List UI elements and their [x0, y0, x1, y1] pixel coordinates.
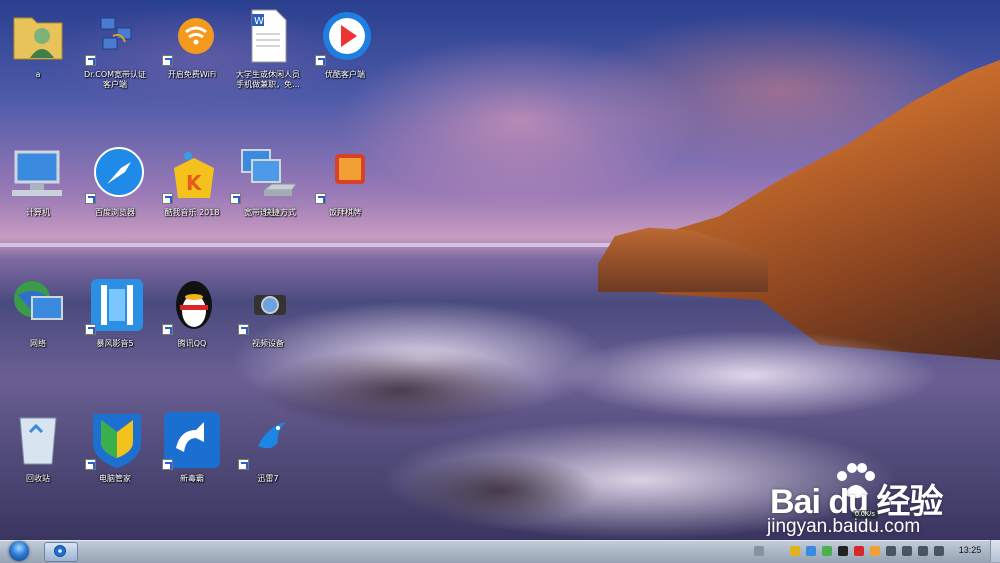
svg-text:W: W: [254, 16, 264, 27]
icon-label: 迅雷7: [257, 474, 279, 483]
shortcut-arrow-icon: [230, 193, 241, 204]
icon-label: 网络: [30, 339, 46, 348]
taskbar: [0, 540, 1000, 563]
tray-expand-icon[interactable]: [754, 546, 764, 556]
desktop-icon-network[interactable]: 网络: [3, 275, 73, 349]
icon-label: 计算机: [26, 208, 50, 217]
desktop-icon-baidu-browser[interactable]: 百度浏览器: [80, 144, 150, 218]
icon-label: 百度浏览器: [95, 208, 135, 217]
shortcut-arrow-icon: [85, 55, 96, 66]
desktop-icon-xunlei[interactable]: 迅雷7: [233, 410, 303, 484]
desktop-icon-computer[interactable]: 计算机: [3, 144, 73, 218]
desktop-icon-recycle-bin[interactable]: 回收站: [3, 410, 73, 484]
desktop-icon-pc-manager[interactable]: 电脑管家: [80, 410, 150, 484]
tray-display-icon[interactable]: [902, 546, 912, 556]
internet-explorer-icon: [54, 545, 66, 557]
icon-label: 饭拜棋牌: [329, 208, 361, 217]
shortcut-arrow-icon: [162, 193, 173, 204]
drive-shortcut-icon: [260, 160, 300, 204]
desktop-icon-word-doc[interactable]: W 大学生或休闲人员手机做兼职，免...: [233, 6, 303, 90]
desktop-icon-drcom[interactable]: Dr.COM宽带认证客户端: [80, 6, 150, 90]
tray-volume-icon[interactable]: [886, 546, 896, 556]
taskbar-ie-button[interactable]: [44, 542, 78, 562]
tray-app-icon[interactable]: [870, 546, 880, 556]
desktop-icon-kuwo[interactable]: K 酷我音乐 2018: [157, 144, 227, 218]
desktop-icon-card-game[interactable]: 饭拜棋牌: [310, 144, 380, 218]
tray-shield-icon[interactable]: [790, 546, 800, 556]
desktop-icon-a[interactable]: a: [3, 6, 73, 80]
show-desktop-button[interactable]: [990, 540, 1000, 562]
shortcut-arrow-icon: [162, 459, 173, 470]
pc-manager-shield-icon: [85, 410, 145, 470]
tray-power-icon[interactable]: [934, 546, 944, 556]
shortcut-arrow-icon: [315, 193, 326, 204]
icon-label: 优酷客户端: [325, 70, 365, 79]
taskbar-clock[interactable]: 13:25: [950, 545, 990, 555]
icon-label: 开启免费WiFi: [167, 70, 217, 79]
shortcut-arrow-icon: [85, 459, 96, 470]
wifi-icon: [162, 6, 222, 66]
icon-label: a: [35, 70, 41, 79]
icon-label: 酷我音乐 2018: [164, 208, 220, 217]
icon-label: 新毒霸: [180, 474, 204, 483]
camera-icon: [238, 275, 298, 335]
icon-label: Dr.COM宽带认证客户端: [83, 70, 147, 89]
desktop-icon-duba[interactable]: 新毒霸: [157, 410, 227, 484]
tray-app-icon[interactable]: [822, 546, 832, 556]
svg-text:K: K: [186, 171, 203, 195]
icon-label: 腾讯QQ: [177, 339, 207, 348]
baidu-browser-icon: [85, 144, 145, 204]
windows-logo-icon: [9, 541, 29, 561]
kuwo-music-icon: K: [162, 144, 222, 204]
network-computers-icon: [85, 6, 145, 66]
shortcut-arrow-icon: [85, 193, 96, 204]
start-button[interactable]: [3, 540, 37, 562]
net-speed-widget: 0.0K/s: [852, 510, 878, 519]
desktop-icon-qq[interactable]: 腾讯QQ: [157, 275, 227, 349]
icon-label: 暴风影音5: [96, 339, 134, 348]
watermark-url: jingyan.baidu.com: [767, 516, 921, 537]
word-document-icon: W: [238, 6, 298, 66]
icon-label: 电脑管家: [99, 474, 131, 483]
icon-label: 大学生或休闲人员手机做兼职，免...: [236, 70, 300, 89]
network-globe-icon: [8, 275, 68, 335]
icon-label: 回收站: [26, 474, 50, 483]
shortcut-arrow-icon: [238, 324, 249, 335]
desktop-icon-storm-player[interactable]: 暴风影音5: [80, 275, 150, 349]
shortcut-arrow-icon: [162, 55, 173, 66]
shortcut-arrow-icon: [238, 459, 249, 470]
recycle-bin-icon: [8, 410, 68, 470]
card-game-icon: [315, 144, 375, 204]
storm-player-icon: [85, 275, 145, 335]
xunlei-bird-icon: [238, 410, 298, 470]
icon-label: 视频设备: [252, 339, 284, 348]
desktop-icon-shortcut[interactable]: 快捷方式: [256, 160, 304, 218]
tray-network-icon[interactable]: [806, 546, 816, 556]
icon-label: 快捷方式: [264, 208, 296, 217]
tray-duba-icon[interactable]: [854, 546, 864, 556]
shortcut-arrow-icon: [85, 324, 96, 335]
youku-play-icon: [315, 6, 375, 66]
tray-flag-icon[interactable]: [918, 546, 928, 556]
shortcut-arrow-icon: [162, 324, 173, 335]
shortcut-arrow-icon: [315, 55, 326, 66]
desktop-icon-free-wifi[interactable]: 开启免费WiFi: [157, 6, 227, 80]
desktop-icon-youku[interactable]: 优酷客户端: [310, 6, 380, 80]
wallpaper-cliff: [600, 60, 1000, 360]
tray-qq-icon[interactable]: [838, 546, 848, 556]
duba-icon: [162, 410, 222, 470]
desktop-icon-video-device[interactable]: 视频设备: [233, 275, 303, 349]
qq-penguin-icon: [162, 275, 222, 335]
computer-icon: [8, 144, 68, 204]
user-folder-icon: [8, 6, 68, 66]
